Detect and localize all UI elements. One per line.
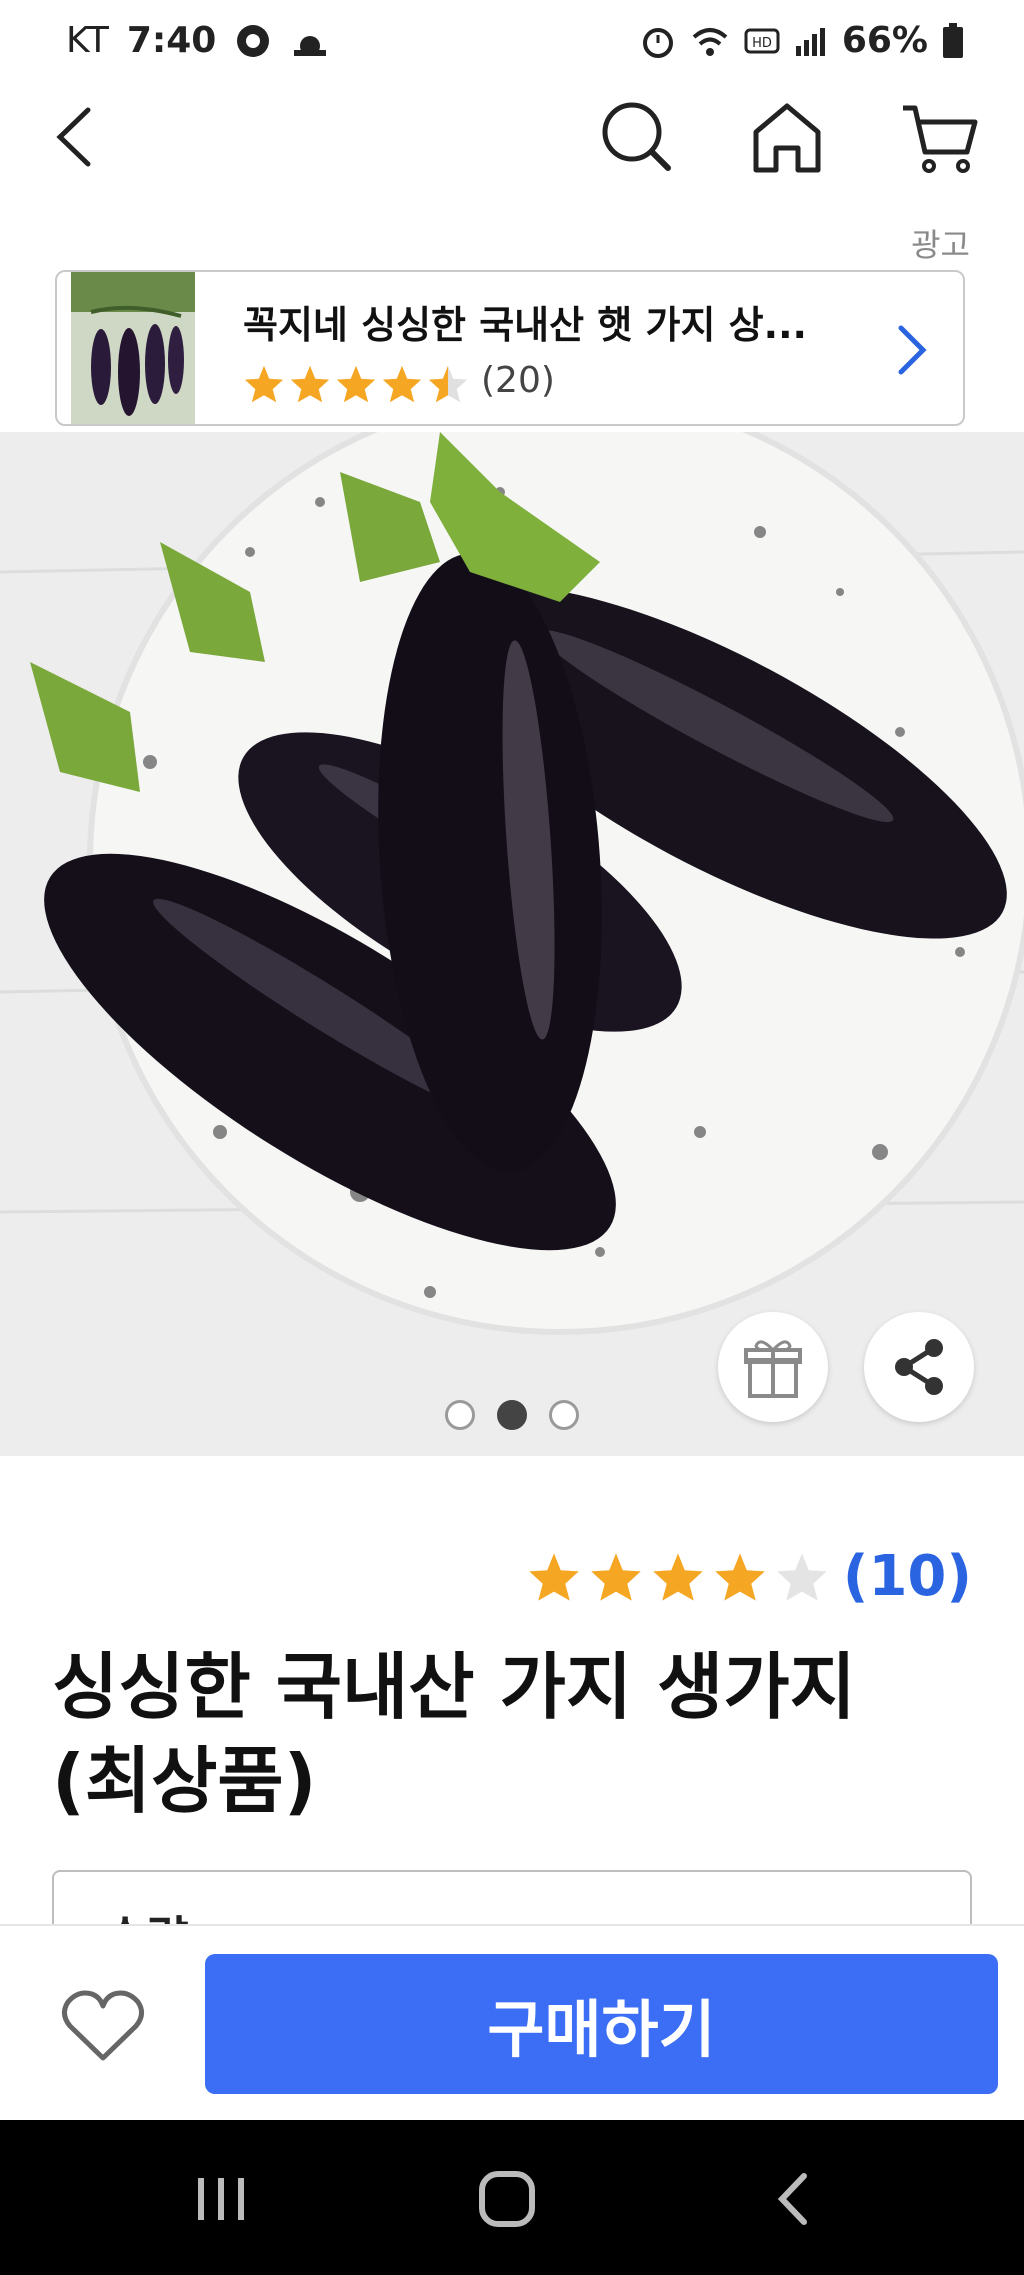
ad-rating-stars (243, 364, 469, 404)
system-navigation-bar (0, 2120, 1024, 2275)
ad-review-count: (20) (481, 360, 555, 401)
product-title-line2: (최상품) (52, 1739, 317, 1823)
status-left: KT 7:40 (66, 20, 330, 61)
star-icon (290, 365, 330, 403)
half-star-icon (428, 365, 468, 403)
bottom-action-bar: 구매하기 (0, 1924, 1024, 2122)
back-chevron-icon[interactable] (30, 92, 120, 182)
wifi-icon (692, 27, 728, 56)
alarm-icon (642, 27, 673, 58)
star-icon (336, 365, 376, 403)
heart-icon[interactable] (60, 1986, 146, 2066)
weather-icon (294, 35, 327, 56)
product-photo (0, 432, 1024, 1456)
recent-apps-icon[interactable] (186, 2164, 256, 2234)
notification-icon (237, 24, 270, 57)
carousel-dot[interactable] (549, 1400, 579, 1430)
review-count[interactable]: (10) (843, 1544, 972, 1609)
battery-percent: 66% (841, 20, 928, 61)
status-right: HD 66% (640, 20, 964, 61)
battery-icon (943, 22, 963, 58)
star-icon (591, 1552, 641, 1601)
carrier-label: KT (66, 20, 109, 61)
star-icon (244, 365, 284, 403)
empty-star-icon (777, 1552, 827, 1601)
home-button-icon[interactable] (472, 2164, 542, 2234)
hd-icon: HD (744, 28, 780, 53)
star-icon (529, 1552, 579, 1601)
status-bar: KT 7:40 HD 66% (0, 0, 1024, 92)
search-icon[interactable] (590, 92, 680, 182)
star-icon (382, 365, 422, 403)
top-navigation (0, 92, 1024, 242)
ad-banner[interactable]: 꼭지네 싱싱한 국내산 햇 가지 상... (20) (55, 270, 965, 426)
svg-text:HD: HD (752, 36, 772, 51)
star-icon (653, 1552, 703, 1601)
carousel-dot-active[interactable] (497, 1400, 527, 1430)
cart-icon[interactable] (895, 92, 985, 182)
product-title: 싱싱한 국내산 가지 생가지 (최상품) (52, 1640, 952, 1828)
ad-label: 광고 (911, 226, 970, 264)
star-icon (715, 1552, 765, 1601)
product-image-carousel[interactable] (0, 432, 1024, 1456)
buy-button[interactable]: 구매하기 (205, 1954, 998, 2094)
carousel-indicator (0, 1400, 1024, 1430)
signal-icon (795, 27, 825, 56)
ad-title: 꼭지네 싱싱한 국내산 햇 가지 상... (243, 303, 807, 347)
carousel-dot[interactable] (445, 1400, 475, 1430)
clock: 7:40 (126, 20, 217, 61)
product-rating[interactable]: (10) (527, 1544, 972, 1609)
home-icon[interactable] (742, 92, 832, 182)
chevron-right-icon[interactable] (889, 320, 935, 380)
product-title-line1: 싱싱한 국내산 가지 생가지 (52, 1645, 856, 1729)
back-button-icon[interactable] (758, 2164, 828, 2234)
ad-thumbnail (71, 272, 195, 428)
